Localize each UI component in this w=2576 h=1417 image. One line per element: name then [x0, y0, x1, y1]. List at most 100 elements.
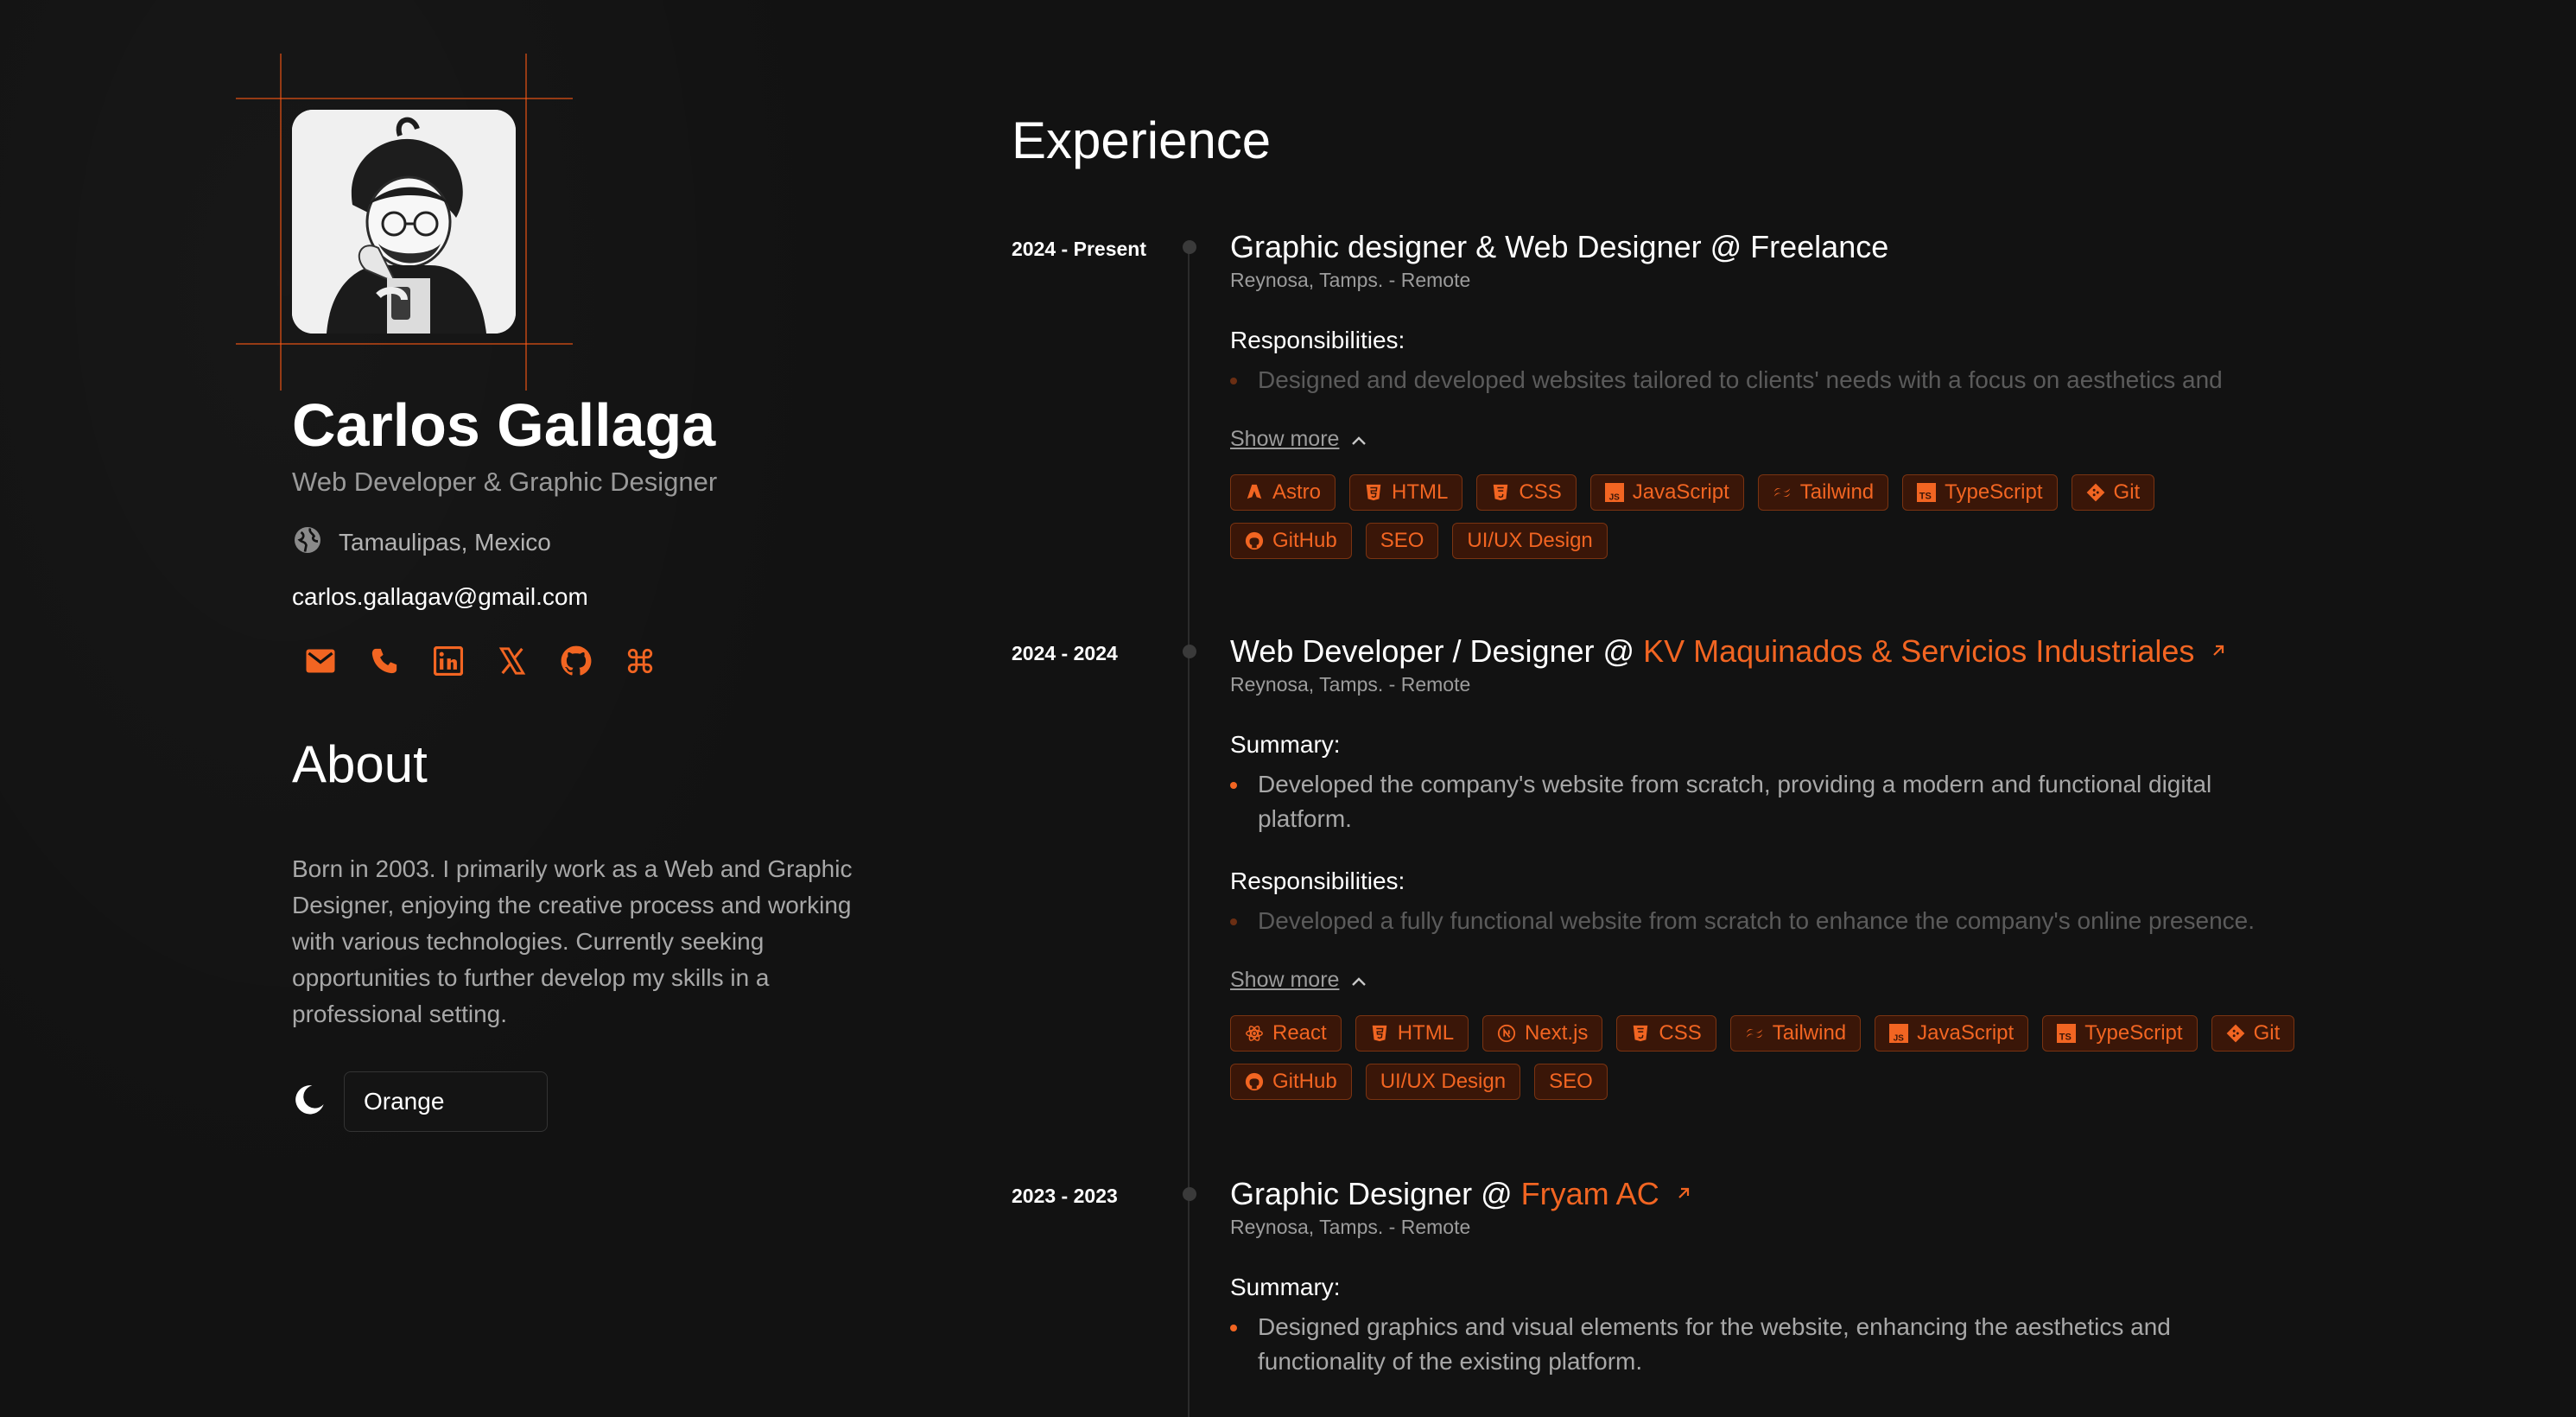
- tag: CSS: [1616, 1015, 1716, 1052]
- tag: JS JavaScript: [1875, 1015, 2029, 1052]
- show-more-label: Show more: [1230, 968, 1340, 992]
- phone-icon[interactable]: [368, 645, 401, 677]
- tag: TS TypeScript: [1902, 474, 2058, 511]
- entry-title: Graphic designer & Web Designer @ Freela…: [1230, 229, 2267, 265]
- theme-color-select[interactable]: Orange: [344, 1071, 548, 1132]
- responsibilities-label: Responsibilities:: [1230, 867, 1405, 894]
- timeline-dot: [1183, 645, 1196, 658]
- tag: TS TypeScript: [2042, 1015, 2198, 1052]
- about-text: Born in 2003. I primarily work as a Web …: [292, 855, 853, 1027]
- company-link[interactable]: KV Maquinados & Servicios Industriales: [1643, 633, 2194, 670]
- entry-title-text: Web Developer / Designer @: [1230, 633, 1635, 669]
- tag: JS JavaScript: [1589, 474, 1744, 511]
- profile-name: Carlos Gallaga: [292, 391, 716, 459]
- tag: Tailwind: [1757, 474, 1889, 511]
- x-icon[interactable]: [496, 645, 529, 677]
- external-link-icon[interactable]: [1675, 1181, 1692, 1208]
- summary-label: Summary:: [1230, 731, 1341, 758]
- entry-location: Reynosa, Tamps. - Remote: [1230, 673, 1471, 696]
- tailwind-icon: [1745, 1024, 1764, 1043]
- theme-switcher: Orange: [292, 1071, 548, 1132]
- responsibility-item: Designed and developed websites tailored…: [1230, 363, 2267, 397]
- guide-line: [236, 343, 573, 345]
- typescript-icon: TS: [2057, 1024, 2077, 1043]
- summary-label: Summary:: [1230, 1274, 1341, 1300]
- react-icon: [1245, 1024, 1264, 1043]
- summary-item: Developed the company's website from scr…: [1230, 767, 2243, 836]
- entry-date: 2023 - 2023: [1012, 1185, 1118, 1207]
- experience-heading: Experience: [1012, 111, 1272, 169]
- tag: Astro: [1230, 474, 1336, 511]
- moon-icon[interactable]: [292, 1083, 327, 1122]
- social-links: [304, 645, 657, 677]
- typescript-icon: TS: [1917, 483, 1937, 502]
- nextjs-icon: [1497, 1024, 1516, 1043]
- entry-title-text: Graphic Designer @: [1230, 1176, 1513, 1211]
- chevron-up-icon: [1351, 968, 1367, 993]
- svg-text:TS: TS: [2059, 1032, 2072, 1042]
- tag: Next.js: [1482, 1015, 1603, 1052]
- svg-text:JS: JS: [1608, 492, 1620, 502]
- tag: SEO: [1534, 1064, 1608, 1100]
- tech-tags: React HTML Next.js CSS Tailwind JS JavaSc…: [1230, 1015, 2301, 1100]
- tag: HTML: [1349, 474, 1463, 511]
- entry-date: 2024 - Present: [1012, 238, 1146, 260]
- github-icon: [1245, 531, 1264, 550]
- tag: UI/UX Design: [1365, 1064, 1521, 1100]
- timeline-line: [1188, 246, 1190, 1417]
- guide-line: [236, 98, 573, 99]
- email-link[interactable]: carlos.gallagav@gmail.com: [292, 583, 588, 611]
- html5-icon: [1364, 483, 1383, 502]
- entry-title: Web Developer / Designer @ KV Maquinados…: [1230, 633, 2267, 670]
- entry-date: 2024 - 2024: [1012, 642, 1118, 664]
- tag: SEO: [1365, 523, 1439, 559]
- avatar: [292, 110, 516, 334]
- summary-item: Designed graphics and visual elements fo…: [1230, 1310, 2191, 1379]
- entry-location: Reynosa, Tamps. - Remote: [1230, 1216, 1471, 1238]
- profile-role: Web Developer & Graphic Designer: [292, 467, 718, 497]
- chevron-up-icon: [1351, 427, 1367, 452]
- guide-line: [525, 54, 527, 391]
- avatar-frame: [236, 54, 573, 391]
- css3-icon: [1491, 483, 1510, 502]
- tag: UI/UX Design: [1452, 523, 1608, 559]
- company-link[interactable]: Fryam AC: [1521, 1176, 1659, 1212]
- svg-text:JS: JS: [1894, 1033, 1905, 1043]
- timeline-dot: [1183, 240, 1196, 254]
- location-text: Tamaulipas, Mexico: [339, 528, 551, 556]
- responsibility-item: Developed a fully functional website fro…: [1230, 904, 2267, 938]
- entry-location: Reynosa, Tamps. - Remote: [1230, 269, 1471, 291]
- html5-icon: [1370, 1024, 1389, 1043]
- tag: React: [1230, 1015, 1342, 1052]
- tag: Tailwind: [1729, 1015, 1862, 1052]
- tag: GitHub: [1230, 523, 1352, 559]
- external-link-icon[interactable]: [2210, 639, 2227, 665]
- command-icon[interactable]: [624, 645, 657, 677]
- entry-title-text: Graphic designer & Web Designer @ Freela…: [1230, 229, 1889, 264]
- github-icon[interactable]: [560, 645, 593, 677]
- location: Tamaulipas, Mexico: [292, 524, 551, 560]
- tech-tags: Astro HTML CSS JS JavaScript Tailwind TS T…: [1230, 474, 2267, 559]
- git-icon: [2086, 483, 2105, 502]
- show-more-button[interactable]: Show more: [1230, 427, 1367, 452]
- svg-text:TS: TS: [1919, 491, 1932, 501]
- show-more-button[interactable]: Show more: [1230, 968, 1367, 993]
- javascript-icon: JS: [1889, 1024, 1909, 1043]
- github-icon: [1245, 1072, 1264, 1091]
- tag: Git: [2211, 1015, 2295, 1052]
- timeline-dot: [1183, 1187, 1196, 1201]
- about-heading: About: [292, 735, 428, 793]
- mail-icon[interactable]: [304, 645, 337, 677]
- tag: HTML: [1355, 1015, 1469, 1052]
- responsibilities-label: Responsibilities:: [1230, 327, 1405, 353]
- tag: CSS: [1476, 474, 1577, 511]
- git-icon: [2226, 1024, 2245, 1043]
- tailwind-icon: [1773, 483, 1792, 502]
- tag: GitHub: [1230, 1064, 1352, 1100]
- astro-icon: [1245, 483, 1264, 502]
- entry-title: Graphic Designer @ Fryam AC: [1230, 1176, 2267, 1212]
- guide-line: [280, 54, 282, 391]
- javascript-icon: JS: [1604, 483, 1624, 502]
- css3-icon: [1631, 1024, 1650, 1043]
- linkedin-icon[interactable]: [432, 645, 465, 677]
